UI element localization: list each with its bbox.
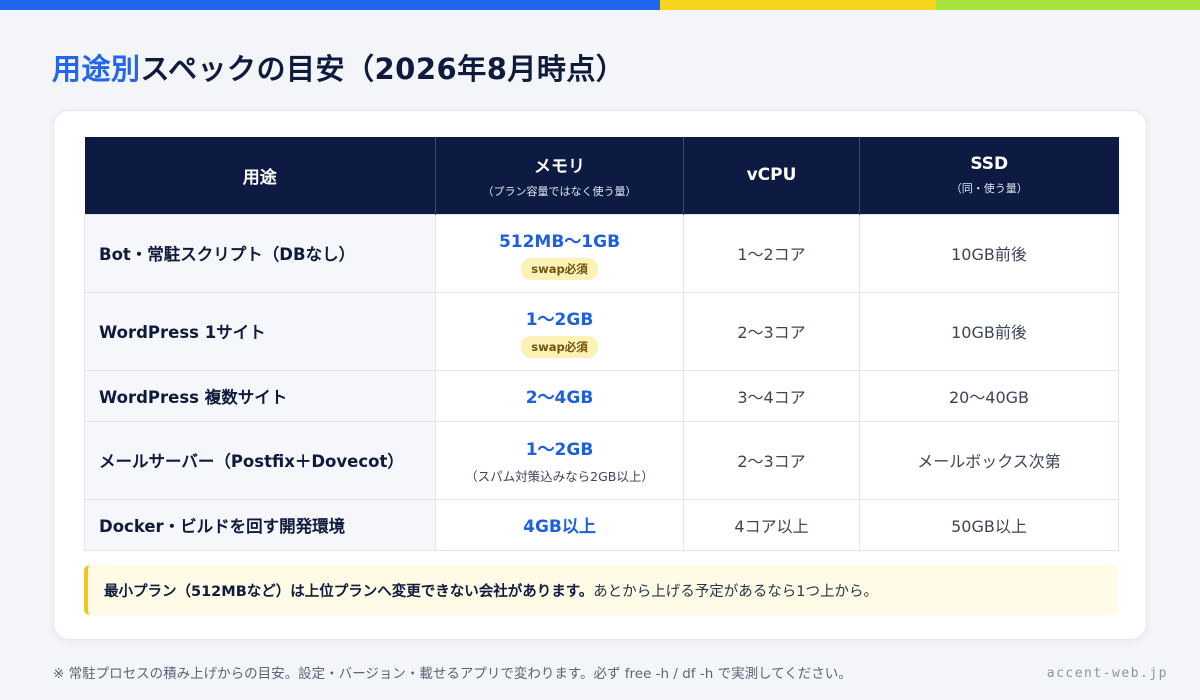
cell-memory: 512MB〜1GB swap必須 (435, 213, 684, 293)
header-vcpu: vCPU (683, 137, 860, 214)
memory-value: 512MB〜1GB (498, 231, 621, 252)
plan-notice-strong: 最小プラン（512MBなど）は上位プランへ変更できない会社があります。 (104, 583, 594, 600)
table-row: WordPress 1サイト 1〜2GB swap必須 2〜3コア 10GB前後 (84, 291, 1119, 371)
spec-table: 用途 メモリ （プラン容量ではなく使う量） vCPU SSD （同・使う量） Bot… (84, 137, 1119, 551)
swap-required-badge: swap必須 (521, 257, 598, 280)
header-use: 用途 (84, 137, 436, 214)
cell-memory: 4GB以上 (435, 498, 684, 551)
brand-watermark: accent-web.jp (1046, 666, 1168, 681)
plan-notice: 最小プラン（512MBなど）は上位プランへ変更できない会社があります。 あとから上… (84, 565, 1118, 615)
header-ssd: SSD （同・使う量） (859, 137, 1119, 214)
cell-use: Bot・常駐スクリプト（DBなし） (84, 213, 436, 293)
page-title-rest: スペックの目安（2026年8月時点） (140, 52, 626, 86)
table-row: メールサーバー（Postfix＋Dovecot） 1〜2GB （スパム対策込みな… (84, 420, 1119, 500)
cell-ssd: メールボックス次第 (859, 420, 1119, 500)
cell-memory: 1〜2GB （スパム対策込みなら2GB以上） (435, 420, 684, 500)
cell-ssd: 10GB前後 (859, 291, 1119, 371)
top-bar-yellow-segment (660, 0, 936, 10)
table-header-row: 用途 メモリ （プラン容量ではなく使う量） vCPU SSD （同・使う量） (84, 137, 1119, 214)
table-row: Bot・常駐スクリプト（DBなし） 512MB〜1GB swap必須 1〜2コア… (84, 213, 1119, 293)
page-title-accent: 用途別 (52, 52, 141, 86)
cell-memory: 1〜2GB swap必須 (435, 291, 684, 371)
cell-ssd: 10GB前後 (859, 213, 1119, 293)
cell-vcpu: 3〜4コア (683, 369, 860, 422)
cell-use: メールサーバー（Postfix＋Dovecot） (84, 420, 436, 500)
page-title: 用途別スペックの目安（2026年8月時点） (52, 46, 625, 88)
plan-notice-rest: あとから上げる予定があるなら1つ上から。 (593, 583, 879, 600)
header-memory: メモリ （プラン容量ではなく使う量） (435, 137, 684, 214)
memory-value: 4GB以上 (523, 517, 596, 537)
memory-value: 1〜2GB (525, 309, 594, 330)
table-row: Docker・ビルドを回す開発環境 4GB以上 4コア以上 50GB以上 (84, 498, 1119, 551)
cell-ssd: 50GB以上 (859, 498, 1119, 551)
spec-card: 用途 メモリ （プラン容量ではなく使う量） vCPU SSD （同・使う量） Bot… (53, 110, 1147, 640)
cell-use: WordPress 複数サイト (84, 369, 436, 422)
cell-vcpu: 1〜2コア (683, 213, 860, 293)
memory-note: （スパム対策込みなら2GB以上） (465, 469, 654, 484)
footnote: ※ 常駐プロセスの積み上げからの目安。設定・バージョン・載せるアプリで変わります… (53, 666, 852, 682)
top-bar-blue-segment (0, 0, 660, 10)
cell-vcpu: 2〜3コア (683, 420, 860, 500)
table-row: WordPress 複数サイト 2〜4GB 3〜4コア 20〜40GB (84, 369, 1119, 422)
cell-vcpu: 2〜3コア (683, 291, 860, 371)
top-color-bar (0, 0, 1200, 10)
cell-ssd: 20〜40GB (859, 369, 1119, 422)
cell-use: Docker・ビルドを回す開発環境 (84, 498, 436, 551)
memory-value: 2〜4GB (525, 388, 594, 408)
header-memory-sub: （プラン容量ではなく使う量） (482, 184, 637, 198)
swap-required-badge: swap必須 (521, 335, 598, 358)
cell-memory: 2〜4GB (435, 369, 684, 422)
memory-value: 1〜2GB (525, 440, 594, 460)
header-ssd-sub: （同・使う量） (950, 182, 1028, 196)
top-bar-green-segment (936, 0, 1200, 10)
cell-use: WordPress 1サイト (84, 291, 436, 371)
cell-vcpu: 4コア以上 (683, 498, 860, 551)
